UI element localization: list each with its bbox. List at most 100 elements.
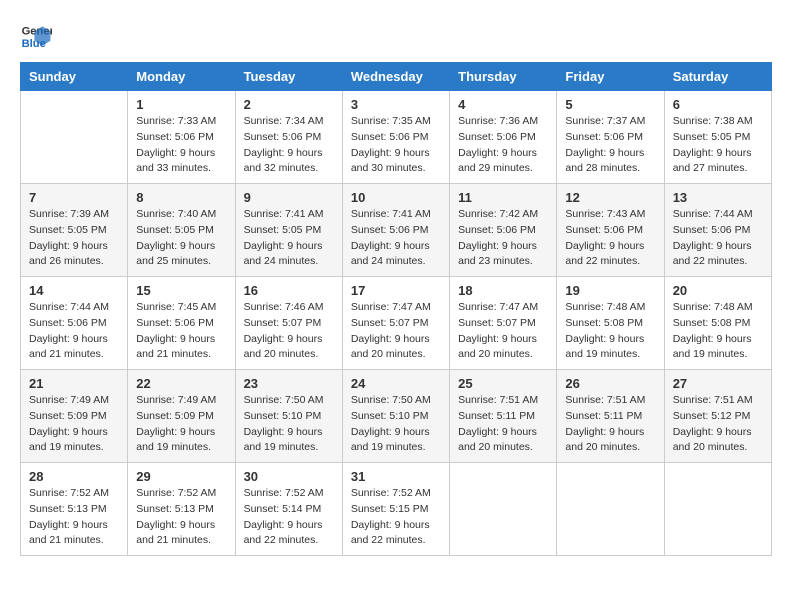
day-info: Sunrise: 7:45 AMSunset: 5:06 PMDaylight:…: [136, 300, 226, 363]
page-header: General Blue: [20, 20, 772, 52]
day-info: Sunrise: 7:49 AMSunset: 5:09 PMDaylight:…: [136, 393, 226, 456]
day-number: 11: [458, 190, 548, 205]
calendar-day-13: 13 Sunrise: 7:44 AMSunset: 5:06 PMDayligh…: [664, 184, 771, 277]
calendar-day-29: 29 Sunrise: 7:52 AMSunset: 5:13 PMDayligh…: [128, 463, 235, 556]
calendar-day-22: 22 Sunrise: 7:49 AMSunset: 5:09 PMDayligh…: [128, 370, 235, 463]
day-number: 18: [458, 283, 548, 298]
day-number: 10: [351, 190, 441, 205]
day-number: 1: [136, 97, 226, 112]
day-number: 22: [136, 376, 226, 391]
calendar-day-15: 15 Sunrise: 7:45 AMSunset: 5:06 PMDayligh…: [128, 277, 235, 370]
calendar-day-21: 21 Sunrise: 7:49 AMSunset: 5:09 PMDayligh…: [21, 370, 128, 463]
calendar-day-3: 3 Sunrise: 7:35 AMSunset: 5:06 PMDaylight…: [342, 91, 449, 184]
day-info: Sunrise: 7:48 AMSunset: 5:08 PMDaylight:…: [673, 300, 763, 363]
col-header-friday: Friday: [557, 63, 664, 91]
calendar-day-28: 28 Sunrise: 7:52 AMSunset: 5:13 PMDayligh…: [21, 463, 128, 556]
day-info: Sunrise: 7:41 AMSunset: 5:05 PMDaylight:…: [244, 207, 334, 270]
calendar-day-4: 4 Sunrise: 7:36 AMSunset: 5:06 PMDaylight…: [450, 91, 557, 184]
day-number: 23: [244, 376, 334, 391]
logo: General Blue: [20, 20, 52, 52]
day-info: Sunrise: 7:39 AMSunset: 5:05 PMDaylight:…: [29, 207, 119, 270]
col-header-wednesday: Wednesday: [342, 63, 449, 91]
day-info: Sunrise: 7:38 AMSunset: 5:05 PMDaylight:…: [673, 114, 763, 177]
day-number: 3: [351, 97, 441, 112]
day-number: 15: [136, 283, 226, 298]
calendar-day-14: 14 Sunrise: 7:44 AMSunset: 5:06 PMDayligh…: [21, 277, 128, 370]
calendar-day-10: 10 Sunrise: 7:41 AMSunset: 5:06 PMDayligh…: [342, 184, 449, 277]
col-header-monday: Monday: [128, 63, 235, 91]
day-number: 20: [673, 283, 763, 298]
day-number: 17: [351, 283, 441, 298]
calendar-empty-cell: [450, 463, 557, 556]
day-info: Sunrise: 7:40 AMSunset: 5:05 PMDaylight:…: [136, 207, 226, 270]
calendar-day-7: 7 Sunrise: 7:39 AMSunset: 5:05 PMDaylight…: [21, 184, 128, 277]
calendar-day-20: 20 Sunrise: 7:48 AMSunset: 5:08 PMDayligh…: [664, 277, 771, 370]
calendar-day-25: 25 Sunrise: 7:51 AMSunset: 5:11 PMDayligh…: [450, 370, 557, 463]
day-info: Sunrise: 7:51 AMSunset: 5:11 PMDaylight:…: [458, 393, 548, 456]
calendar-day-19: 19 Sunrise: 7:48 AMSunset: 5:08 PMDayligh…: [557, 277, 664, 370]
day-info: Sunrise: 7:52 AMSunset: 5:15 PMDaylight:…: [351, 486, 441, 549]
day-info: Sunrise: 7:47 AMSunset: 5:07 PMDaylight:…: [351, 300, 441, 363]
day-info: Sunrise: 7:49 AMSunset: 5:09 PMDaylight:…: [29, 393, 119, 456]
day-number: 30: [244, 469, 334, 484]
day-info: Sunrise: 7:51 AMSunset: 5:12 PMDaylight:…: [673, 393, 763, 456]
day-number: 13: [673, 190, 763, 205]
day-number: 26: [565, 376, 655, 391]
day-info: Sunrise: 7:43 AMSunset: 5:06 PMDaylight:…: [565, 207, 655, 270]
day-number: 29: [136, 469, 226, 484]
day-number: 21: [29, 376, 119, 391]
day-number: 16: [244, 283, 334, 298]
day-number: 14: [29, 283, 119, 298]
calendar-week-row: 28 Sunrise: 7:52 AMSunset: 5:13 PMDayligh…: [21, 463, 772, 556]
day-number: 12: [565, 190, 655, 205]
day-info: Sunrise: 7:34 AMSunset: 5:06 PMDaylight:…: [244, 114, 334, 177]
calendar-week-row: 14 Sunrise: 7:44 AMSunset: 5:06 PMDayligh…: [21, 277, 772, 370]
day-info: Sunrise: 7:44 AMSunset: 5:06 PMDaylight:…: [673, 207, 763, 270]
day-number: 6: [673, 97, 763, 112]
calendar-day-24: 24Sunrise: 7:50 AMSunset: 5:10 PMDayligh…: [342, 370, 449, 463]
calendar-week-row: 7 Sunrise: 7:39 AMSunset: 5:05 PMDaylight…: [21, 184, 772, 277]
day-info: Sunrise: 7:52 AMSunset: 5:14 PMDaylight:…: [244, 486, 334, 549]
day-number: 4: [458, 97, 548, 112]
day-info: Sunrise: 7:37 AMSunset: 5:06 PMDaylight:…: [565, 114, 655, 177]
day-info: Sunrise: 7:51 AMSunset: 5:11 PMDaylight:…: [565, 393, 655, 456]
day-info: Sunrise: 7:44 AMSunset: 5:06 PMDaylight:…: [29, 300, 119, 363]
day-number: 9: [244, 190, 334, 205]
day-info: Sunrise: 7:35 AMSunset: 5:06 PMDaylight:…: [351, 114, 441, 177]
day-number: 28: [29, 469, 119, 484]
calendar-week-row: 21 Sunrise: 7:49 AMSunset: 5:09 PMDayligh…: [21, 370, 772, 463]
col-header-sunday: Sunday: [21, 63, 128, 91]
day-number: 31: [351, 469, 441, 484]
day-info: Sunrise: 7:50 AMSunset: 5:10 PMDaylight:…: [351, 393, 441, 456]
calendar-empty-cell: [664, 463, 771, 556]
col-header-thursday: Thursday: [450, 63, 557, 91]
day-number: 8: [136, 190, 226, 205]
day-number: 2: [244, 97, 334, 112]
day-info: Sunrise: 7:41 AMSunset: 5:06 PMDaylight:…: [351, 207, 441, 270]
day-info: Sunrise: 7:48 AMSunset: 5:08 PMDaylight:…: [565, 300, 655, 363]
col-header-saturday: Saturday: [664, 63, 771, 91]
day-number: 25: [458, 376, 548, 391]
day-number: 19: [565, 283, 655, 298]
day-info: Sunrise: 7:52 AMSunset: 5:13 PMDaylight:…: [136, 486, 226, 549]
calendar-header-row: SundayMondayTuesdayWednesdayThursdayFrid…: [21, 63, 772, 91]
calendar-day-31: 31 Sunrise: 7:52 AMSunset: 5:15 PMDayligh…: [342, 463, 449, 556]
calendar-empty-cell: [21, 91, 128, 184]
calendar-day-11: 11Sunrise: 7:42 AMSunset: 5:06 PMDayligh…: [450, 184, 557, 277]
calendar-table: SundayMondayTuesdayWednesdayThursdayFrid…: [20, 62, 772, 556]
day-info: Sunrise: 7:52 AMSunset: 5:13 PMDaylight:…: [29, 486, 119, 549]
calendar-day-5: 5Sunrise: 7:37 AMSunset: 5:06 PMDaylight…: [557, 91, 664, 184]
calendar-day-18: 18 Sunrise: 7:47 AMSunset: 5:07 PMDayligh…: [450, 277, 557, 370]
day-info: Sunrise: 7:47 AMSunset: 5:07 PMDaylight:…: [458, 300, 548, 363]
day-info: Sunrise: 7:46 AMSunset: 5:07 PMDaylight:…: [244, 300, 334, 363]
calendar-day-16: 16 Sunrise: 7:46 AMSunset: 5:07 PMDayligh…: [235, 277, 342, 370]
calendar-day-6: 6 Sunrise: 7:38 AMSunset: 5:05 PMDaylight…: [664, 91, 771, 184]
logo-icon: General Blue: [20, 20, 52, 52]
calendar-day-2: 2 Sunrise: 7:34 AMSunset: 5:06 PMDaylight…: [235, 91, 342, 184]
day-number: 7: [29, 190, 119, 205]
day-info: Sunrise: 7:36 AMSunset: 5:06 PMDaylight:…: [458, 114, 548, 177]
calendar-day-26: 26 Sunrise: 7:51 AMSunset: 5:11 PMDayligh…: [557, 370, 664, 463]
calendar-day-23: 23Sunrise: 7:50 AMSunset: 5:10 PMDayligh…: [235, 370, 342, 463]
calendar-day-17: 17 Sunrise: 7:47 AMSunset: 5:07 PMDayligh…: [342, 277, 449, 370]
calendar-day-27: 27Sunrise: 7:51 AMSunset: 5:12 PMDayligh…: [664, 370, 771, 463]
